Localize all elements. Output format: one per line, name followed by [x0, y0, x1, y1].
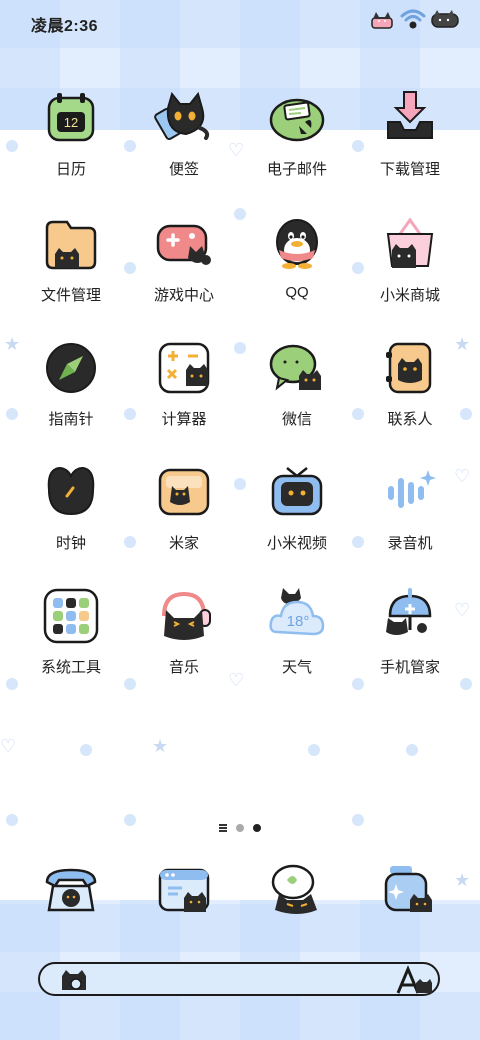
- status-bar: 凌晨2:36: [0, 0, 480, 44]
- app-label: 录音机: [387, 535, 433, 552]
- assistant-a-icon[interactable]: [394, 965, 434, 1000]
- app-label: 系统工具: [40, 659, 101, 676]
- messages-icon: [271, 864, 317, 914]
- headphones-icon: [162, 591, 211, 640]
- page-indicator[interactable]: [0, 824, 480, 832]
- shopping-basket-icon: [386, 217, 434, 268]
- app-label: 手机管家: [379, 659, 440, 676]
- app-music[interactable]: 音乐: [128, 586, 240, 696]
- app-phone-manager[interactable]: 手机管家: [354, 586, 466, 696]
- email-icon: [269, 98, 325, 142]
- app-calculator[interactable]: 计算器: [128, 338, 240, 448]
- page-dot-active[interactable]: [253, 824, 261, 832]
- app-clock[interactable]: 时钟: [15, 462, 127, 572]
- phone-icon: [45, 868, 97, 912]
- compass-icon: [46, 343, 96, 393]
- app-wechat[interactable]: 微信: [241, 338, 353, 448]
- app-download-manager[interactable]: 下载管理: [354, 88, 466, 198]
- app-system-tools[interactable]: 系统工具: [15, 586, 127, 696]
- dock-phone[interactable]: [15, 860, 127, 930]
- recorder-icon: [388, 470, 436, 508]
- wifi-icon: [400, 8, 426, 35]
- app-label: 时钟: [55, 535, 86, 552]
- download-icon: [387, 91, 433, 139]
- app-game-center[interactable]: 游戏中心: [128, 214, 240, 324]
- app-compass[interactable]: 指南针: [15, 338, 127, 448]
- app-label: 音乐: [168, 659, 199, 676]
- app-label: 日历: [55, 161, 86, 178]
- app-label: 计算器: [161, 411, 207, 428]
- battery-cat-icon: [430, 9, 460, 34]
- app-label: 小米视频: [266, 535, 327, 552]
- menu-lines-icon: [219, 824, 227, 832]
- dock-messages[interactable]: [241, 860, 353, 930]
- qq-penguin-icon: [276, 219, 318, 269]
- page-dot[interactable]: [236, 824, 244, 832]
- search-cat-icon: [58, 968, 90, 997]
- app-file-manager[interactable]: 文件管理: [15, 214, 127, 324]
- app-label: QQ: [285, 284, 309, 301]
- app-contacts[interactable]: 联系人: [354, 338, 466, 448]
- system-tools-folder-icon: [43, 588, 99, 644]
- clock-icon: [47, 466, 95, 516]
- weather-temperature: 18°: [287, 613, 310, 630]
- calendar-day: 12: [64, 115, 78, 130]
- app-label: 文件管理: [40, 287, 101, 304]
- wechat-icon: [269, 344, 321, 391]
- app-label: 微信: [281, 411, 312, 428]
- app-recorder[interactable]: 录音机: [354, 462, 466, 572]
- signal-icon: [370, 9, 396, 34]
- search-bar[interactable]: [38, 962, 440, 996]
- tv-icon: [271, 467, 323, 516]
- folder-icon: [45, 220, 97, 270]
- app-mijia[interactable]: 米家: [128, 462, 240, 572]
- app-mi-video[interactable]: 小米视频: [241, 462, 353, 572]
- app-mi-store[interactable]: 小米商城: [354, 214, 466, 324]
- contacts-icon: [386, 342, 432, 394]
- app-label: 游戏中心: [153, 287, 214, 304]
- security-icon: [386, 588, 432, 635]
- app-calendar[interactable]: 12 日历: [15, 88, 127, 198]
- gamepad-icon: [156, 224, 211, 265]
- app-label: 小米商城: [379, 287, 440, 304]
- dock-browser[interactable]: [128, 860, 240, 930]
- dock: [0, 860, 480, 930]
- app-notes[interactable]: 便签: [128, 88, 240, 198]
- app-weather[interactable]: 18° 天气: [241, 586, 353, 696]
- app-label: 天气: [281, 659, 312, 676]
- calendar-icon: 12: [47, 93, 95, 142]
- theme-store-icon: [384, 866, 432, 912]
- weather-cloud-icon: 18°: [269, 588, 325, 636]
- app-email[interactable]: 电子邮件: [241, 88, 353, 198]
- notes-cat-icon: [154, 91, 210, 141]
- app-label: 便签: [168, 161, 199, 178]
- clock-time: 凌晨2:36: [31, 18, 99, 35]
- app-label: 指南针: [48, 411, 94, 428]
- calculator-icon: [158, 342, 210, 394]
- app-label: 下载管理: [379, 161, 440, 178]
- app-label: 米家: [168, 535, 199, 552]
- browser-icon: [158, 868, 210, 912]
- mijia-icon: [158, 468, 210, 516]
- dock-theme-store[interactable]: [354, 860, 466, 930]
- app-label: 联系人: [387, 411, 433, 428]
- app-qq[interactable]: QQ: [241, 214, 353, 324]
- app-label: 电子邮件: [266, 161, 327, 178]
